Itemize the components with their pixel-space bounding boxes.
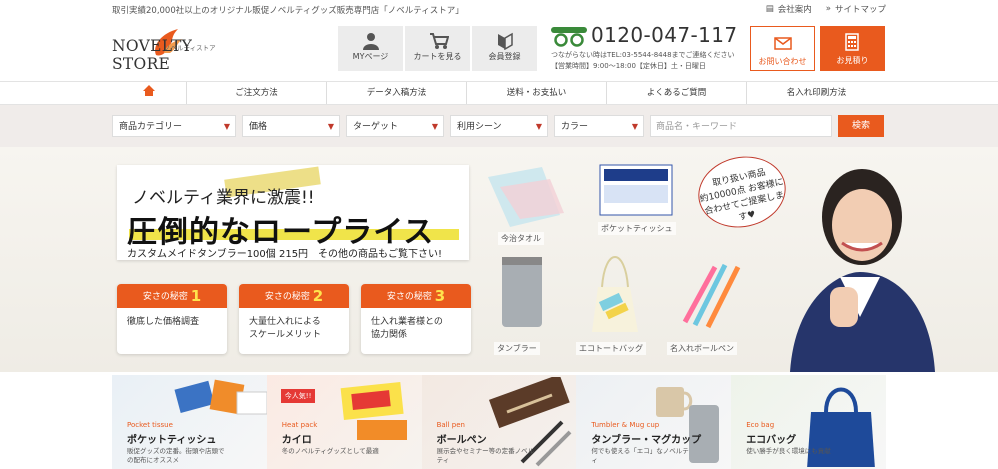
sitemap-link[interactable]: » サイトマップ xyxy=(826,3,886,15)
user-icon xyxy=(363,33,379,50)
popular-badge: 今人気!! xyxy=(280,389,316,403)
company-link[interactable]: ▤ 会社案内 xyxy=(766,3,812,15)
freedial-icon xyxy=(551,27,587,47)
product-label-towel: 今治タオル xyxy=(498,232,544,245)
home-icon xyxy=(143,85,155,96)
chevron-down-icon: ▼ xyxy=(223,122,230,131)
category-pocket-tissue[interactable]: Pocket tissue ポケットティッシュ 販促グッズの定番。街頭や店頭での… xyxy=(112,375,267,469)
nav-home[interactable] xyxy=(112,82,186,104)
nav-shipping[interactable]: 送料・お支払い xyxy=(466,82,606,104)
category-heat-pack[interactable]: 今人気!! Heat pack カイロ 冬のノベルティグッズとして最適 xyxy=(266,375,422,469)
document-icon: ▤ xyxy=(765,4,774,14)
category-ball-pen[interactable]: Ball pen ボールペン 展示会やセミナー等の定番ノベルティ xyxy=(421,375,577,469)
chevrons-icon: » xyxy=(825,4,831,14)
target-select[interactable]: ターゲット ▼ xyxy=(346,115,444,137)
cart-button[interactable]: カートを見る xyxy=(405,26,470,71)
estimate-button[interactable]: お見積り xyxy=(820,26,885,71)
tissue-image xyxy=(174,379,267,415)
price-select[interactable]: 価格 ▼ xyxy=(242,115,340,137)
top-links: ▤ 会社案内 » サイトマップ xyxy=(766,3,886,15)
phone-number[interactable]: 0120-047-117 xyxy=(591,23,737,47)
mypage-button[interactable]: MYページ xyxy=(338,26,403,71)
mail-icon xyxy=(774,37,792,50)
category-tumbler-mug[interactable]: Tumbler & Mug cup タンブラー・マグカップ 何でも使える「エコ」… xyxy=(576,375,732,469)
business-hours: 【営業時間】9:00〜18:00【定休日】土・日曜日 xyxy=(551,62,706,70)
secret-card-3: 安さの秘密 3 仕入れ業者様との 協力関係 xyxy=(361,284,471,354)
top-bar: 取引実績20,000社以上のオリジナル販促ノベルティグッズ販売専門店「ノベルティ… xyxy=(0,0,998,19)
chevron-down-icon: ▼ xyxy=(431,122,438,131)
calculator-icon xyxy=(845,33,859,51)
tagline: 取引実績20,000社以上のオリジナル販促ノベルティグッズ販売専門店「ノベルティ… xyxy=(112,5,464,16)
keyword-input[interactable]: 商品名・キーワード xyxy=(650,115,832,137)
product-label-pen: 名入れボールペン xyxy=(667,342,737,355)
cart-icon xyxy=(430,33,449,49)
category-select[interactable]: 商品カテゴリー ▼ xyxy=(112,115,236,137)
category-strip: Pocket tissue ポケットティッシュ 販促グッズの定番。街頭や店頭での… xyxy=(112,375,886,469)
category-eco-bag[interactable]: Eco bag エコバッグ 使い勝手が良く環境にも貢献 xyxy=(731,375,886,469)
scene-select[interactable]: 利用シーン ▼ xyxy=(450,115,548,137)
headline-3: カスタムメイドタンブラー100個 215円 その他の商品もご覧下さい! xyxy=(127,249,443,260)
search-bar: 商品カテゴリー ▼ 価格 ▼ ターゲット ▼ 利用シーン ▼ カラー ▼ 商品名・キーワー… xyxy=(0,105,998,147)
chevron-down-icon: ▼ xyxy=(631,122,638,131)
nav-data-upload[interactable]: データ入稿方法 xyxy=(326,82,466,104)
secret-card-1: 安さの秘密 1 徹底した価格調査 xyxy=(117,284,227,354)
logo-name: NOVELTY STORE xyxy=(112,37,193,73)
product-label-tote: エコトートバッグ xyxy=(576,342,646,355)
headline-card: ノベルティ業界に激震!! 圧倒的なロープライス カスタムメイドタンブラー100個… xyxy=(117,165,469,260)
color-select[interactable]: カラー ▼ xyxy=(554,115,644,137)
register-button[interactable]: 会員登録 xyxy=(472,26,537,71)
nav-faq[interactable]: よくあるご質問 xyxy=(606,82,746,104)
heat-pack-image xyxy=(340,381,407,440)
headline-1: ノベルティ業界に激震!! xyxy=(132,188,315,208)
nav-order[interactable]: ご注文方法 xyxy=(186,82,326,104)
beginner-mark-icon xyxy=(498,32,513,50)
search-button[interactable]: 検索 xyxy=(838,115,884,137)
staff-photo xyxy=(790,169,935,372)
contact-button[interactable]: お問い合わせ xyxy=(750,26,815,71)
phone-sub: つながらない時はTEL:03-5544-8448までご連絡ください xyxy=(551,51,735,59)
global-nav: ご注文方法 データ入稿方法 送料・お支払い よくあるご質問 名入れ印刷方法 xyxy=(0,81,998,105)
logo[interactable]: ノベルティストア NOVELTY STORE xyxy=(112,27,237,73)
chevron-down-icon: ▼ xyxy=(327,122,334,131)
secret-card-2: 安さの秘密 2 大量仕入れによる スケールメリット xyxy=(239,284,349,354)
product-label-tissue: ポケットティッシュ xyxy=(598,222,676,235)
nav-printing[interactable]: 名入れ印刷方法 xyxy=(746,82,886,104)
header: ノベルティストア NOVELTY STORE MYページ カートを見る 会員登録… xyxy=(0,19,998,81)
chevron-down-icon: ▼ xyxy=(535,122,542,131)
product-label-tumbler: タンブラー xyxy=(494,342,540,355)
hero-banner[interactable]: ノベルティ業界に激震!! 圧倒的なロープライス カスタムメイドタンブラー100個… xyxy=(0,147,998,372)
